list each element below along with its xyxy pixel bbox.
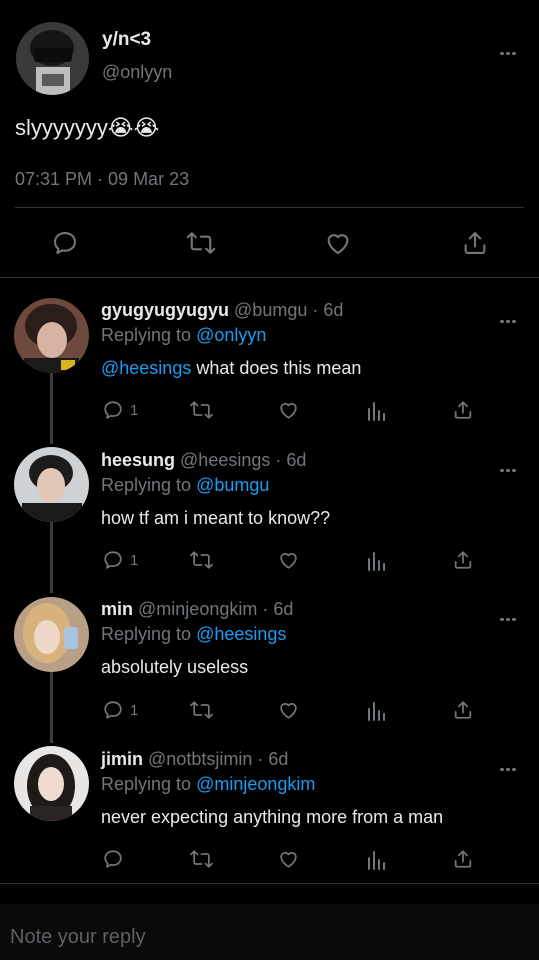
more-icon[interactable]: [500, 459, 520, 472]
like-icon[interactable]: [277, 848, 300, 870]
share-icon[interactable]: [461, 229, 489, 257]
timestamp[interactable]: 07:31 PM · 09 Mar 23: [15, 169, 189, 190]
avatar[interactable]: [14, 298, 89, 373]
reply-header: jimin @notbtsjimin · 6d: [101, 749, 288, 770]
reply-icon[interactable]: 1: [102, 399, 138, 421]
handle-time[interactable]: @notbtsjimin · 6d: [148, 749, 288, 769]
replying-to-link[interactable]: @minjeongkim: [196, 774, 315, 794]
share-icon[interactable]: [452, 699, 474, 721]
display-name[interactable]: y/n<3: [102, 29, 151, 51]
share-icon[interactable]: [452, 549, 474, 571]
reply-header: heesung @heesings · 6d: [101, 450, 306, 471]
reply-icon[interactable]: 1: [102, 549, 138, 571]
like-icon[interactable]: [324, 229, 352, 257]
retweet-icon[interactable]: [189, 549, 214, 571]
more-icon[interactable]: [500, 608, 520, 621]
divider: [0, 277, 539, 278]
replying-to: Replying to @onlyyn: [101, 325, 267, 345]
retweet-icon[interactable]: [189, 848, 214, 870]
like-icon[interactable]: [277, 699, 300, 721]
retweet-icon[interactable]: [189, 399, 214, 421]
display-name[interactable]: gyugyugyugyu: [101, 300, 229, 320]
share-icon[interactable]: [452, 399, 474, 421]
replying-to-link[interactable]: @bumgu: [196, 475, 269, 495]
replying-to: Replying to @heesings: [101, 624, 287, 644]
reply-header: min @minjeongkim · 6d: [101, 599, 293, 620]
thread-line: [50, 373, 53, 444]
reply-text: @heesings what does this mean: [101, 358, 362, 378]
divider: [0, 883, 539, 884]
views-icon[interactable]: [366, 849, 386, 871]
avatar[interactable]: [16, 22, 89, 95]
more-icon[interactable]: [500, 758, 520, 771]
tweet-text: slyyyyyyy😭😭: [15, 115, 160, 140]
like-icon[interactable]: [277, 399, 300, 421]
avatar[interactable]: [14, 597, 89, 672]
replying-to: Replying to @minjeongkim: [101, 774, 316, 794]
handle-time[interactable]: @minjeongkim · 6d: [138, 599, 293, 619]
like-icon[interactable]: [277, 549, 300, 571]
handle[interactable]: @onlyyn: [102, 62, 172, 83]
handle-time[interactable]: @heesings · 6d: [180, 450, 306, 470]
retweet-icon[interactable]: [189, 699, 214, 721]
reply-count: 1: [130, 551, 139, 569]
more-icon[interactable]: [500, 42, 520, 55]
divider: [15, 207, 524, 208]
replying-to-link[interactable]: @onlyyn: [196, 325, 266, 345]
reply-icon[interactable]: 1: [102, 699, 138, 721]
reply-input[interactable]: [10, 920, 510, 954]
views-icon[interactable]: [366, 400, 386, 422]
mention-link[interactable]: @heesings: [101, 358, 191, 378]
reply-icon[interactable]: [51, 229, 79, 257]
reply-text: absolutely useless: [101, 657, 249, 677]
replying-to-link[interactable]: @heesings: [196, 624, 286, 644]
reply-icon[interactable]: [102, 848, 130, 870]
reply-header: gyugyugyugyu @bumgu · 6d: [101, 300, 343, 321]
thread-line: [50, 672, 53, 743]
avatar[interactable]: [14, 447, 89, 522]
reply-text: how tf am i meant to know??: [101, 508, 331, 528]
more-icon[interactable]: [500, 310, 520, 323]
reply-count: 1: [130, 701, 139, 719]
views-icon[interactable]: [366, 550, 386, 572]
views-icon[interactable]: [366, 700, 386, 722]
avatar[interactable]: [14, 746, 89, 821]
thread-line: [50, 522, 53, 593]
display-name[interactable]: jimin: [101, 749, 143, 769]
display-name[interactable]: heesung: [101, 450, 175, 470]
replying-to: Replying to @bumgu: [101, 475, 270, 495]
display-name[interactable]: min: [101, 599, 133, 619]
reply-count: 1: [130, 401, 139, 419]
handle-time[interactable]: @bumgu · 6d: [234, 300, 343, 320]
retweet-icon[interactable]: [186, 229, 216, 257]
share-icon[interactable]: [452, 848, 474, 870]
reply-text: never expecting anything more from a man: [101, 807, 444, 827]
